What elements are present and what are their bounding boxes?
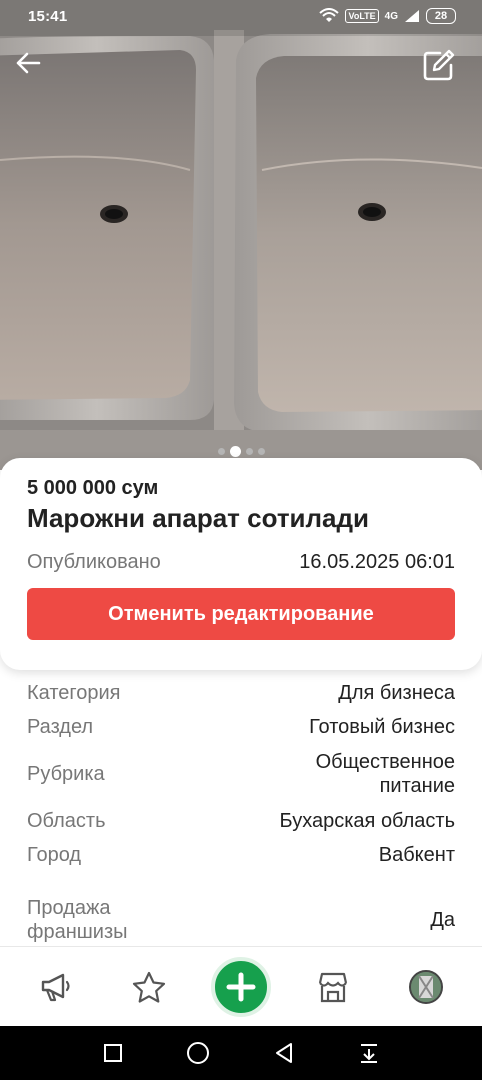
detail-label: Рубрика — [27, 763, 105, 785]
nav-ads-button[interactable] — [26, 957, 86, 1017]
home-button[interactable] — [178, 1033, 218, 1073]
detail-row-city: Город Вабкент — [27, 838, 455, 872]
sink-photo-illustration — [0, 0, 482, 470]
status-time: 15:41 — [28, 7, 68, 25]
nav-shop-button[interactable] — [303, 957, 363, 1017]
status-bar: 15:41 VoLTE 4G 28 — [0, 0, 482, 32]
notifications-drawer-button[interactable] — [349, 1033, 389, 1073]
listing-photo[interactable] — [0, 0, 482, 470]
detail-value: Да — [430, 909, 455, 931]
photo-pagination[interactable] — [0, 446, 482, 457]
plus-icon — [226, 972, 256, 1001]
detail-label: Область — [27, 810, 106, 832]
circle-icon — [187, 1042, 210, 1064]
avatar-image — [410, 971, 441, 1002]
detail-value: Готовый бизнес — [309, 716, 455, 738]
detail-value: Бухарская область — [279, 810, 455, 832]
network-indicator: 4G — [384, 10, 398, 22]
detail-value: Вабкент — [378, 844, 455, 866]
detail-row-category: Категория Для бизнеса — [27, 676, 455, 710]
pagination-dot-active[interactable] — [229, 446, 241, 457]
wifi-icon — [319, 8, 340, 22]
detail-label: Город — [27, 844, 82, 866]
detail-row-section: Раздел Готовый бизнес — [27, 710, 455, 744]
published-label: Опубликовано — [27, 551, 161, 573]
megaphone-icon — [41, 973, 70, 1001]
system-navigation-bar — [0, 1026, 482, 1080]
nav-profile-button[interactable] — [396, 957, 456, 1017]
edit-button[interactable] — [422, 48, 466, 92]
ad-details: Категория Для бизнеса Раздел Готовый биз… — [27, 676, 455, 954]
detail-label: Раздел — [27, 716, 94, 738]
detail-label: Категория — [27, 682, 121, 704]
published-date: 16.05.2025 06:01 — [299, 551, 455, 573]
ad-title: Марожни апарат сотилади — [27, 503, 369, 533]
detail-value: Общественное питание — [315, 751, 455, 797]
download-icon — [361, 1044, 378, 1063]
detail-row-region: Область Бухарская область — [27, 804, 455, 838]
add-button-circle[interactable] — [210, 956, 271, 1017]
status-icons: VoLTE 4G 28 — [319, 8, 456, 24]
nav-add-button[interactable] — [210, 956, 271, 1017]
triangle-back-icon — [275, 1043, 292, 1063]
back-button[interactable] — [15, 50, 59, 94]
cancel-editing-button[interactable]: Отменить редактирование — [27, 588, 455, 640]
pagination-dot[interactable] — [257, 448, 265, 455]
arrow-left-icon — [16, 52, 41, 74]
ad-info-card: 5 000 000 сум Марожни апарат сотилади Оп… — [0, 458, 482, 670]
edit-icon — [423, 49, 455, 81]
ad-price: 5 000 000 сум — [27, 477, 159, 499]
detail-value: Для бизнеса — [338, 682, 455, 704]
detail-row-rubric: Рубрика Общественное питание — [27, 744, 455, 804]
detail-label: Продажа франшизы — [27, 897, 128, 943]
shop-icon — [319, 972, 348, 1002]
recent-apps-button[interactable] — [93, 1033, 133, 1073]
star-icon — [132, 971, 165, 1003]
signal-icon — [405, 10, 419, 22]
avatar[interactable] — [408, 969, 443, 1004]
bottom-navigation — [0, 946, 482, 1026]
published-row: Опубликовано 16.05.2025 06:01 — [27, 550, 455, 574]
pagination-dot[interactable] — [245, 448, 253, 455]
square-icon — [103, 1044, 122, 1062]
volte-indicator: VoLTE — [345, 9, 379, 23]
detail-row-franchise: Продажа франшизы Да — [27, 886, 455, 954]
nav-favorites-button[interactable] — [119, 957, 179, 1017]
system-back-button[interactable] — [264, 1033, 304, 1073]
battery-indicator: 28 — [426, 8, 456, 24]
pagination-dot[interactable] — [217, 448, 225, 455]
